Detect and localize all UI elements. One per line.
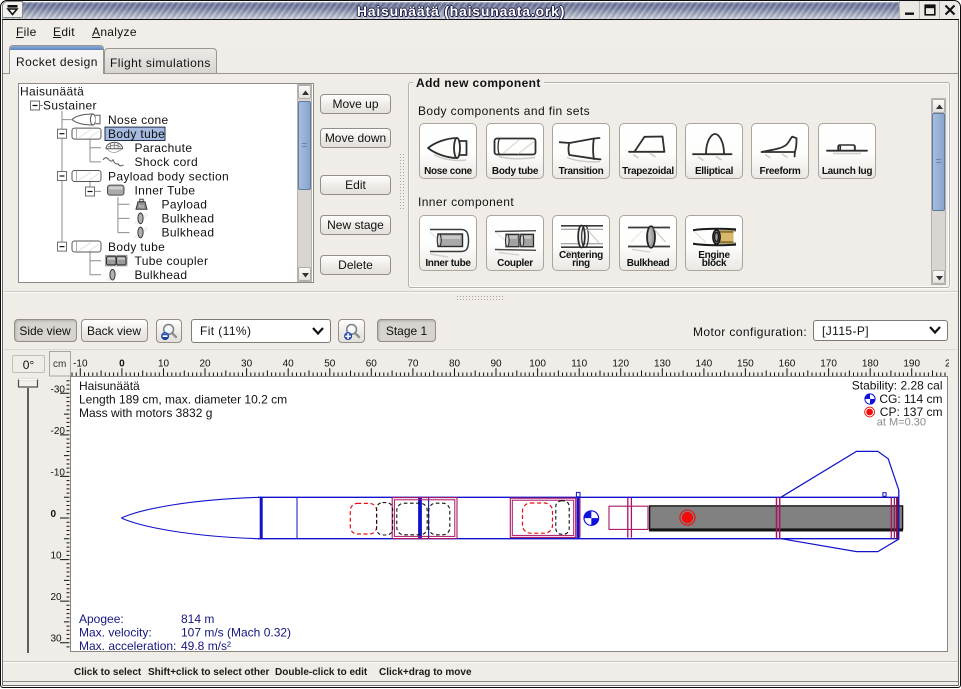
svg-text:Haisunäätä: Haisunäätä [79,379,140,393]
svg-text:20: 20 [199,359,211,370]
svg-text:200: 200 [945,359,949,370]
svg-text:180: 180 [862,359,879,370]
svg-text:90: 90 [490,359,502,370]
svg-text:-10: -10 [73,359,88,370]
svg-text:Bulkhead: Bulkhead [162,226,215,240]
svg-text:Payload body section: Payload body section [108,169,229,183]
svg-text:at M=0.30: at M=0.30 [877,417,926,429]
svg-text:CG: 114 cm: CG: 114 cm [879,392,942,406]
svg-text:130: 130 [654,359,671,370]
svg-text:Tube coupler: Tube coupler [135,254,209,268]
svg-text:Haisunäätä: Haisunäätä [20,85,84,99]
svg-text:cm: cm [53,359,66,370]
svg-text:20: 20 [51,592,63,603]
svg-text:Payload: Payload [162,198,208,212]
svg-text:-10: -10 [51,467,66,478]
svg-text:Inner Tube: Inner Tube [135,183,196,197]
svg-text:Length 189 cm, max. diameter 1: Length 189 cm, max. diameter 10.2 cm [79,393,287,407]
svg-text:120: 120 [612,359,629,370]
svg-text:-30: -30 [51,384,66,395]
svg-text:60: 60 [366,359,378,370]
svg-text:Max. acceleration:: Max. acceleration: [79,639,176,653]
svg-text:110: 110 [571,359,587,370]
svg-text:kg: kg [139,204,144,209]
svg-text:140: 140 [696,359,713,370]
svg-text:170: 170 [820,359,837,370]
svg-text:30: 30 [241,359,253,370]
svg-text:814 m: 814 m [181,612,214,626]
svg-text:Bulkhead: Bulkhead [135,268,188,282]
svg-text:Stability: 2.28 cal: Stability: 2.28 cal [852,379,943,393]
svg-text:Mass with motors 3832 g: Mass with motors 3832 g [79,406,212,420]
svg-text:160: 160 [779,359,796,370]
svg-text:Max. velocity:: Max. velocity: [79,626,152,640]
svg-text:40: 40 [283,359,295,370]
svg-text:30: 30 [51,634,63,645]
svg-text:Sustainer: Sustainer [43,99,97,113]
svg-text:107 m/s (Mach 0.32): 107 m/s (Mach 0.32) [181,626,291,640]
svg-text:0: 0 [119,359,125,370]
svg-text:Body tube: Body tube [108,240,165,254]
svg-text:-20: -20 [51,426,66,437]
svg-text:Parachute: Parachute [135,141,193,155]
svg-text:70: 70 [407,359,419,370]
svg-text:0: 0 [51,509,57,520]
svg-text:100: 100 [529,359,546,370]
svg-text:150: 150 [737,359,754,370]
svg-text:10: 10 [158,359,170,370]
svg-text:Bulkhead: Bulkhead [162,212,215,226]
svg-text:80: 80 [449,359,461,370]
svg-text:49.8 m/s²: 49.8 m/s² [181,639,231,653]
svg-text:Nose cone: Nose cone [108,113,169,127]
svg-text:Body tube: Body tube [108,127,165,141]
svg-text:Apogee:: Apogee: [79,612,124,626]
svg-text:190: 190 [903,359,920,370]
svg-text:50: 50 [324,359,336,370]
svg-text:10: 10 [51,551,63,562]
svg-text:Shock cord: Shock cord [135,155,199,169]
